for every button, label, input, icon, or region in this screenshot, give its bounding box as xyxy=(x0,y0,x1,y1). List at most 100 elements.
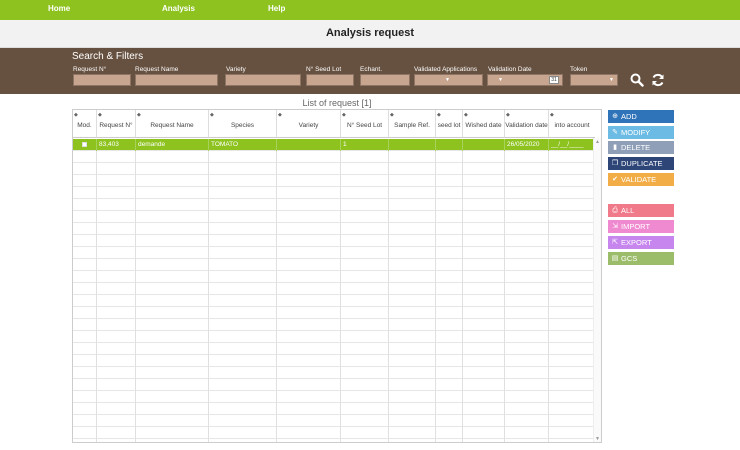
variety-input[interactable] xyxy=(225,74,301,86)
calendar-icon[interactable]: 31 xyxy=(549,76,559,84)
empty-cell xyxy=(209,163,277,175)
empty-cell xyxy=(136,415,209,427)
empty-cell xyxy=(341,367,389,379)
empty-cell xyxy=(436,343,463,355)
all-button[interactable]: ⎙ ALL xyxy=(608,204,674,217)
scroll-up-arrow-icon[interactable]: ▲ xyxy=(595,139,600,145)
empty-cell xyxy=(436,271,463,283)
nav-home[interactable]: Home xyxy=(48,4,70,13)
col-header-seed-lot-2[interactable]: ◆ seed lot xyxy=(436,110,463,138)
col-header-wished-date[interactable]: ◆ Wished date xyxy=(463,110,505,138)
empty-cell xyxy=(97,283,136,295)
col-header-sample-ref[interactable]: ◆ Sample Ref. xyxy=(389,110,436,138)
empty-cell xyxy=(209,295,277,307)
empty-cell xyxy=(549,379,595,391)
empty-cell xyxy=(209,391,277,403)
cell-wished-date xyxy=(463,139,505,151)
empty-cell xyxy=(277,391,341,403)
validated-applications-select[interactable]: ▼ xyxy=(414,74,483,86)
empty-cell xyxy=(389,271,436,283)
empty-cell xyxy=(341,307,389,319)
delete-button[interactable]: ▮ DELETE xyxy=(608,141,674,154)
empty-table-row xyxy=(73,391,595,403)
empty-cell xyxy=(549,199,595,211)
col-header-validation-date[interactable]: ◆ Validation date xyxy=(505,110,549,138)
empty-table-row xyxy=(73,175,595,187)
empty-cell xyxy=(389,367,436,379)
validation-date-select[interactable]: ▼ 31 xyxy=(487,74,563,86)
add-button[interactable]: ⊕ ADD xyxy=(608,110,674,123)
empty-cell xyxy=(389,259,436,271)
gcs-button[interactable]: ▤ GCS xyxy=(608,252,674,265)
cell-into-account: __/__/____ xyxy=(551,141,584,148)
empty-cell xyxy=(136,331,209,343)
import-button[interactable]: ⇲ IMPORT xyxy=(608,220,674,233)
empty-table-row xyxy=(73,439,595,442)
empty-cell xyxy=(209,343,277,355)
filters-panel: Search & Filters Request N° Request Name… xyxy=(0,48,740,94)
request-no-input[interactable] xyxy=(73,74,131,86)
row-checkbox[interactable] xyxy=(82,142,87,147)
empty-cell xyxy=(277,331,341,343)
empty-cell xyxy=(341,247,389,259)
label-token: Token xyxy=(570,66,588,73)
empty-cell xyxy=(436,367,463,379)
col-header-request-no[interactable]: ◆ Request N° xyxy=(97,110,136,138)
empty-cell xyxy=(549,307,595,319)
request-name-input[interactable] xyxy=(135,74,218,86)
modify-button[interactable]: ✎ MODIFY xyxy=(608,126,674,139)
print-icon: ⎙ xyxy=(612,207,618,214)
copy-icon: ❐ xyxy=(611,160,619,167)
empty-cell xyxy=(209,403,277,415)
empty-cell xyxy=(209,439,277,442)
empty-cell xyxy=(341,259,389,271)
empty-cell xyxy=(389,391,436,403)
nav-analysis[interactable]: Analysis xyxy=(162,4,195,13)
empty-cell xyxy=(463,259,505,271)
empty-cell xyxy=(136,307,209,319)
col-header-request-name[interactable]: ◆ Request Name xyxy=(136,110,209,138)
nav-help[interactable]: Help xyxy=(268,4,285,13)
document-icon: ▤ xyxy=(611,255,619,262)
token-select[interactable]: ▼ xyxy=(570,74,618,86)
empty-cell xyxy=(73,439,97,442)
empty-cell xyxy=(209,235,277,247)
validate-button[interactable]: ✔ VALIDATE xyxy=(608,173,674,186)
echant-input[interactable] xyxy=(360,74,410,86)
export-button[interactable]: ⇱ EXPORT xyxy=(608,236,674,249)
empty-cell xyxy=(277,439,341,442)
table-row[interactable]: 83,403 demande TOMATO 1 26/05/2020 __/__… xyxy=(73,139,595,151)
empty-cell xyxy=(136,151,209,163)
scroll-down-arrow-icon[interactable]: ▼ xyxy=(595,436,600,442)
col-header-seed-lot[interactable]: ◆ N° Seed Lot xyxy=(341,110,389,138)
empty-cell xyxy=(341,271,389,283)
empty-cell xyxy=(136,379,209,391)
chevron-down-icon: ▼ xyxy=(445,77,450,83)
duplicate-button[interactable]: ❐ DUPLICATE xyxy=(608,157,674,170)
empty-cell xyxy=(341,151,389,163)
empty-cell xyxy=(549,355,595,367)
empty-cell xyxy=(505,415,549,427)
empty-cell xyxy=(549,271,595,283)
empty-cell xyxy=(277,235,341,247)
col-header-mod[interactable]: ◆ Mod. xyxy=(73,110,97,138)
empty-cell xyxy=(97,331,136,343)
refresh-icon[interactable] xyxy=(651,73,665,87)
col-header-into-account[interactable]: ◆ into account xyxy=(549,110,595,138)
empty-cell xyxy=(136,403,209,415)
empty-cell xyxy=(277,343,341,355)
empty-cell xyxy=(341,343,389,355)
col-header-species[interactable]: ◆ Species xyxy=(209,110,277,138)
empty-cell xyxy=(463,175,505,187)
empty-table-row xyxy=(73,271,595,283)
empty-cell xyxy=(436,175,463,187)
search-icon[interactable] xyxy=(630,73,644,87)
empty-cell xyxy=(505,403,549,415)
empty-cell xyxy=(549,391,595,403)
vertical-scrollbar[interactable]: ▲ ▼ xyxy=(593,138,601,442)
col-header-variety[interactable]: ◆ Variety xyxy=(277,110,341,138)
empty-cell xyxy=(73,355,97,367)
empty-cell xyxy=(209,187,277,199)
seed-lot-input[interactable] xyxy=(306,74,354,86)
empty-cell xyxy=(463,295,505,307)
